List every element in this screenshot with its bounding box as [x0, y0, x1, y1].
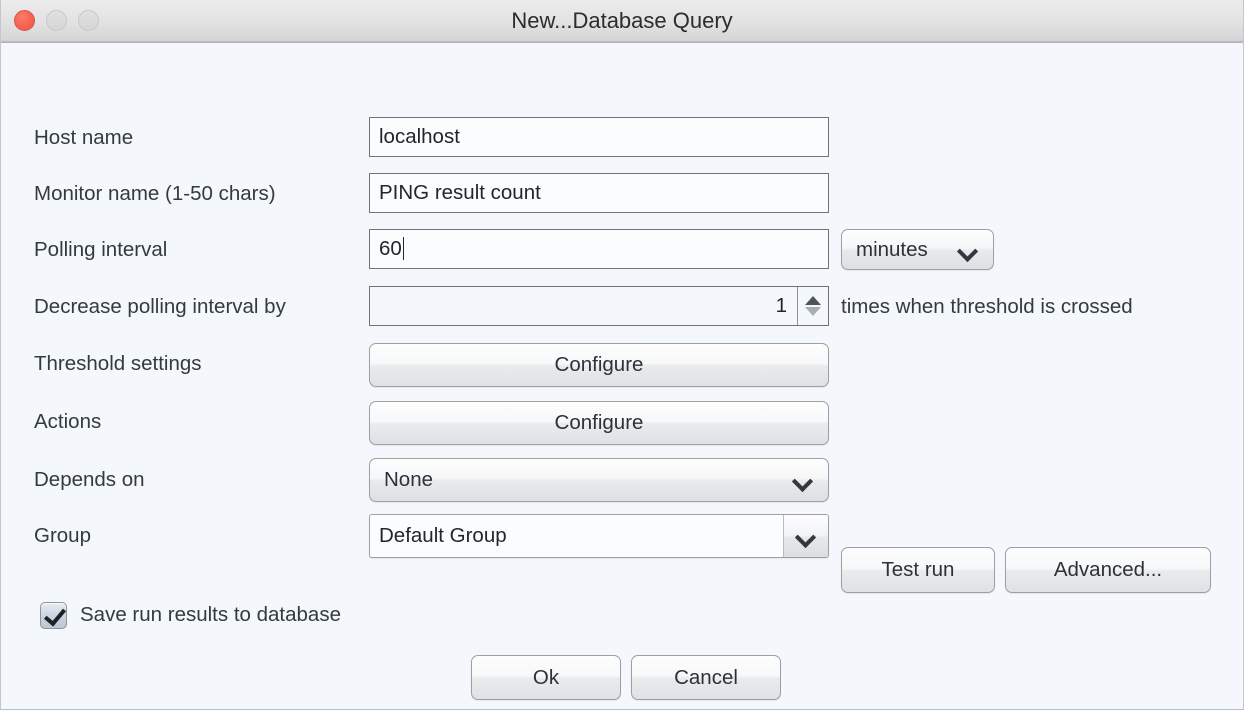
- group-dropdown-trigger[interactable]: [783, 515, 828, 557]
- cancel-label: Cancel: [674, 666, 738, 690]
- polling-interval-unit-dropdown[interactable]: minutes: [841, 229, 994, 270]
- threshold-settings-configure-label: Configure: [555, 353, 644, 377]
- group-value: Default Group: [370, 524, 783, 548]
- depends-on-label: Depends on: [34, 468, 145, 492]
- depends-on-dropdown[interactable]: None: [369, 458, 829, 502]
- polling-interval-label: Polling interval: [34, 238, 167, 262]
- actions-configure-button[interactable]: Configure: [369, 401, 829, 445]
- dialog-window: New...Database Query Host name localhost…: [0, 0, 1244, 710]
- window-titlebar: New...Database Query: [1, 0, 1243, 43]
- polling-interval-unit-value: minutes: [842, 238, 957, 262]
- advanced-label: Advanced...: [1054, 558, 1162, 582]
- group-combobox[interactable]: Default Group: [369, 514, 829, 558]
- monitor-name-label: Monitor name (1-50 chars): [34, 182, 276, 206]
- host-name-input[interactable]: localhost: [369, 117, 829, 157]
- polling-interval-input[interactable]: 60: [369, 229, 829, 269]
- decrease-polling-interval-label: Decrease polling interval by: [34, 295, 286, 319]
- save-results-checkbox[interactable]: [40, 602, 67, 629]
- actions-configure-label: Configure: [555, 411, 644, 435]
- chevron-down-icon: [957, 239, 979, 261]
- checkmark-icon: [44, 603, 66, 626]
- ok-label: Ok: [533, 666, 559, 690]
- chevron-down-icon: [792, 469, 814, 491]
- host-name-value: localhost: [379, 125, 460, 148]
- threshold-settings-label: Threshold settings: [34, 352, 202, 376]
- stepper-arrows[interactable]: [797, 287, 828, 325]
- actions-label: Actions: [34, 410, 101, 434]
- monitor-name-input[interactable]: PING result count: [369, 173, 829, 213]
- spinner-down-arrow-icon[interactable]: [805, 307, 821, 316]
- decrease-polling-interval-stepper[interactable]: 1: [369, 286, 829, 326]
- save-results-checkbox-row[interactable]: Save run results to database: [40, 555, 341, 675]
- decrease-polling-interval-suffix: times when threshold is crossed: [841, 295, 1133, 319]
- dialog-body: Host name localhost Monitor name (1-50 c…: [1, 43, 1243, 709]
- decrease-polling-interval-value: 1: [370, 294, 797, 318]
- cancel-button[interactable]: Cancel: [631, 655, 781, 700]
- chevron-down-icon: [795, 525, 817, 547]
- text-cursor: [403, 237, 404, 260]
- advanced-button[interactable]: Advanced...: [1005, 547, 1211, 593]
- spinner-up-arrow-icon[interactable]: [805, 296, 821, 305]
- test-run-label: Test run: [882, 558, 955, 582]
- depends-on-value: None: [370, 468, 792, 492]
- window-title: New...Database Query: [1, 8, 1243, 34]
- save-results-label: Save run results to database: [80, 603, 341, 627]
- monitor-name-value: PING result count: [379, 181, 541, 204]
- polling-interval-value: 60: [379, 237, 402, 260]
- group-label: Group: [34, 524, 91, 548]
- ok-button[interactable]: Ok: [471, 655, 621, 700]
- test-run-button[interactable]: Test run: [841, 547, 995, 593]
- host-name-label: Host name: [34, 126, 133, 150]
- threshold-settings-configure-button[interactable]: Configure: [369, 343, 829, 387]
